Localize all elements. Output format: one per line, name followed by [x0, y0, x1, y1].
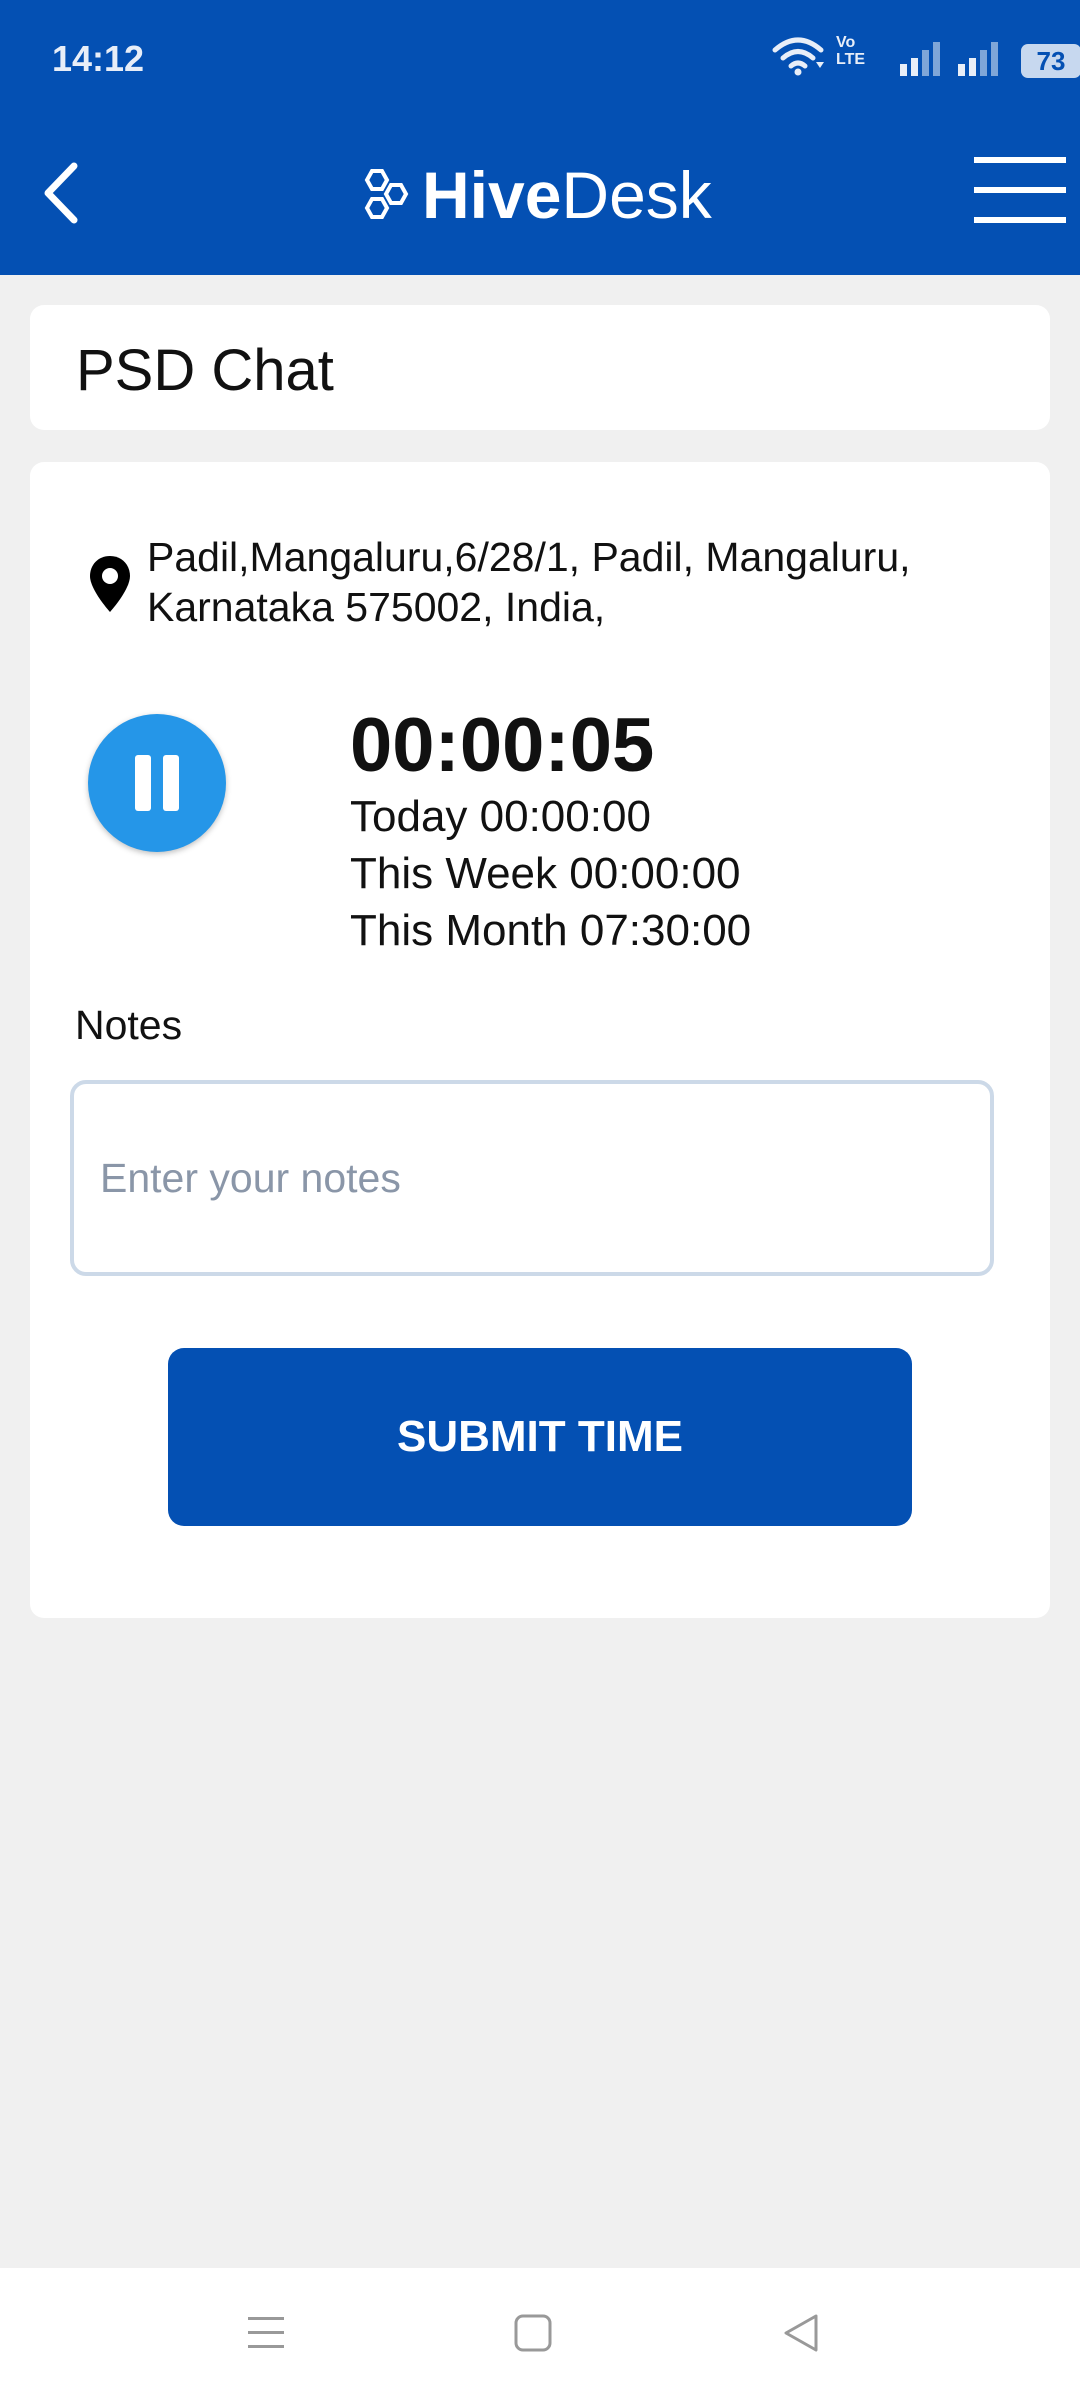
- wifi-icon: [772, 37, 824, 76]
- hive-logo-icon: [364, 169, 409, 219]
- logo-text: HiveDesk: [422, 158, 712, 232]
- back-chevron-icon[interactable]: [38, 158, 88, 228]
- hivedesk-logo: HiveDesk: [358, 160, 712, 230]
- signal-icon: [900, 42, 940, 76]
- app-header: 14:12 Vo LTE 73 HiveDesk: [0, 0, 1080, 275]
- pause-icon: [135, 755, 151, 811]
- volte-icon: Vo LTE: [836, 34, 866, 68]
- location-address: Padil,Mangaluru,6/28/1, Padil, Mangaluru…: [147, 534, 911, 630]
- system-nav-bar: [0, 2268, 1080, 2400]
- status-icons: Vo LTE 73: [660, 28, 1080, 78]
- location-pin-icon: [90, 556, 130, 612]
- title-card: PSD Chat: [30, 305, 1050, 430]
- signal-icon: [958, 42, 998, 76]
- time-tracker-card: Padil,Mangaluru,6/28/1, Padil, Mangaluru…: [30, 462, 1050, 1618]
- notes-label: Notes: [75, 1002, 183, 1048]
- back-icon[interactable]: [780, 2312, 822, 2354]
- today-total: Today 00:00:00: [350, 792, 651, 841]
- hamburger-menu-icon[interactable]: [974, 157, 1066, 223]
- timer-display: 00:00:05: [350, 703, 655, 788]
- pause-button[interactable]: [88, 714, 226, 852]
- notes-input[interactable]: [70, 1080, 994, 1276]
- submit-time-button[interactable]: SUBMIT TIME: [168, 1348, 912, 1526]
- home-icon[interactable]: [512, 2312, 554, 2354]
- page-title: PSD Chat: [76, 338, 334, 403]
- pause-icon: [163, 755, 179, 811]
- status-time: 14:12: [52, 38, 145, 79]
- month-total: This Month 07:30:00: [350, 906, 752, 955]
- week-total: This Week 00:00:00: [350, 849, 741, 898]
- battery-icon: 73: [1021, 44, 1080, 78]
- recent-apps-icon[interactable]: [246, 2313, 286, 2353]
